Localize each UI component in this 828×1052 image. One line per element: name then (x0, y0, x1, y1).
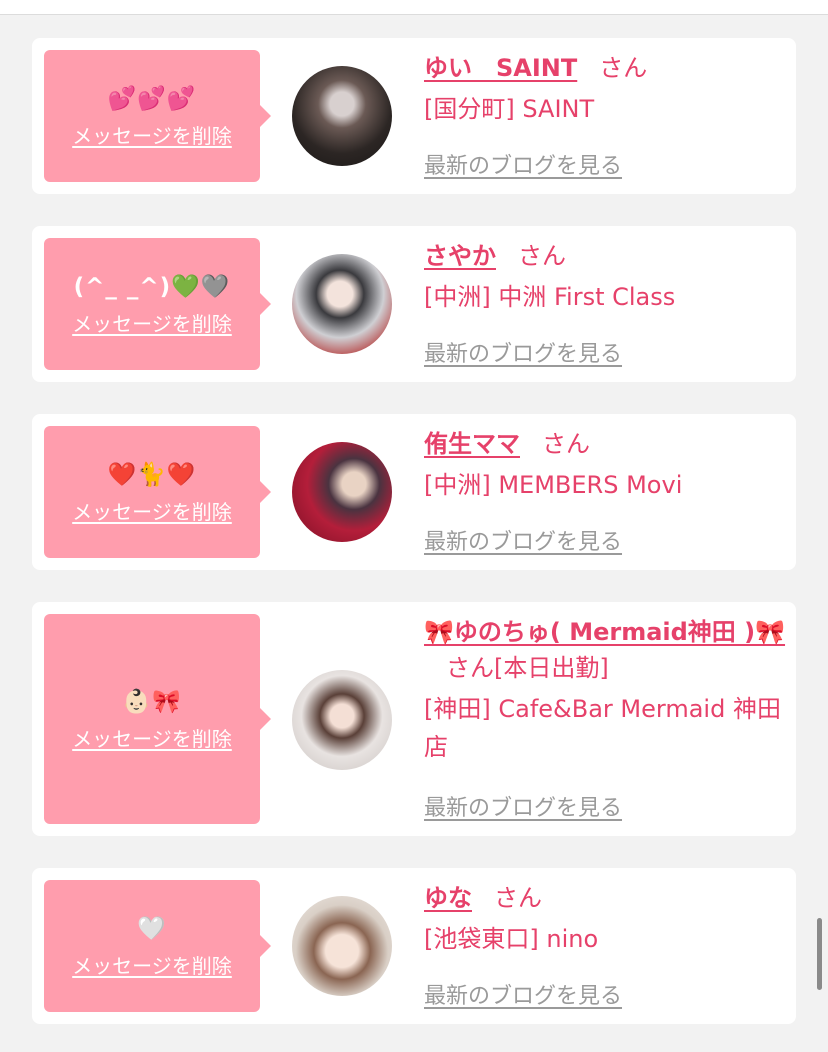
message-bubble: (^_ _^)💚🩶 メッセージを削除 (44, 238, 271, 370)
cast-name-line: 侑生ママ さん (424, 426, 784, 462)
cast-name-line: ゆい SAINT さん (424, 50, 784, 86)
top-bar (0, 0, 828, 15)
latest-blog-link[interactable]: 最新のブログを見る (424, 336, 622, 368)
message-bubble: ❤️🐈❤️ メッセージを削除 (44, 426, 271, 558)
honorific: さん (494, 884, 542, 912)
cast-name-line: 🎀ゆのちゅ( Mermaid神田 )🎀 さん[本日出勤] (424, 614, 788, 686)
avatar[interactable] (292, 66, 392, 166)
cast-name-line: さやか さん (424, 238, 784, 274)
delete-message-link[interactable]: メッセージを削除 (72, 950, 232, 979)
delete-message-link[interactable]: メッセージを削除 (72, 308, 232, 337)
shop-name: [池袋東口] nino (424, 925, 599, 953)
message-bubble: 🤍 メッセージを削除 (44, 880, 271, 1012)
message-card: (^_ _^)💚🩶 メッセージを削除 さやか さん [中洲] 中洲 First C… (32, 226, 796, 382)
message-bubble: 💕💕💕 メッセージを削除 (44, 50, 271, 182)
cast-name-link[interactable]: 侑生ママ (424, 430, 520, 458)
latest-blog-link[interactable]: 最新のブログを見る (424, 524, 622, 556)
latest-blog-link[interactable]: 最新のブログを見る (424, 148, 622, 180)
honorific: さん (518, 242, 566, 270)
message-card: 👶🏻🎀 メッセージを削除 🎀ゆのちゅ( Mermaid神田 )🎀 さん[本日出勤]… (32, 602, 796, 836)
shop-name: [神田] Cafe&Bar Mermaid 神田店 (424, 695, 781, 761)
cast-name-link[interactable]: 🎀ゆのちゅ( Mermaid神田 )🎀 (424, 618, 785, 646)
avatar[interactable] (292, 254, 392, 354)
latest-blog-link[interactable]: 最新のブログを見る (424, 790, 622, 822)
shop-name: [中洲] 中洲 First Class (424, 283, 676, 311)
avatar[interactable] (292, 896, 392, 996)
honorific: さん (599, 54, 648, 82)
message-bubble: 👶🏻🎀 メッセージを削除 (44, 614, 271, 824)
delete-message-link[interactable]: メッセージを削除 (72, 723, 232, 752)
avatar[interactable] (292, 670, 392, 770)
message-text: 👶🏻🎀 (122, 688, 182, 715)
delete-message-link[interactable]: メッセージを削除 (72, 496, 232, 525)
latest-blog-link[interactable]: 最新のブログを見る (424, 978, 622, 1010)
honorific: さん (446, 654, 494, 682)
delete-message-link[interactable]: メッセージを削除 (72, 120, 232, 149)
message-card: ❤️🐈❤️ メッセージを削除 侑生ママ さん [中洲] MEMBERS Movi … (32, 414, 796, 570)
honorific: さん (542, 430, 590, 458)
scrollbar[interactable] (817, 918, 822, 990)
avatar[interactable] (292, 442, 392, 542)
shop-name: [国分町] SAINT (424, 95, 595, 123)
cast-name-line: ゆな さん (424, 880, 784, 916)
message-card: 🤍 メッセージを削除 ゆな さん [池袋東口] nino 最新のブログを見る (32, 868, 796, 1024)
cast-name-link[interactable]: ゆい SAINT (424, 54, 577, 82)
message-text: ❤️🐈❤️ (107, 461, 197, 488)
message-card: 💕💕💕 メッセージを削除 ゆい SAINT さん [国分町] SAINT 最新のブ… (32, 38, 796, 194)
cast-name-link[interactable]: ゆな (424, 884, 472, 912)
cast-name-link[interactable]: さやか (424, 242, 496, 270)
message-text: 💕💕💕 (107, 85, 197, 112)
working-today-tag: [本日出勤] (494, 654, 609, 682)
shop-name: [中洲] MEMBERS Movi (424, 471, 683, 499)
message-text: (^_ _^)💚🩶 (73, 273, 231, 300)
message-text: 🤍 (137, 915, 167, 942)
